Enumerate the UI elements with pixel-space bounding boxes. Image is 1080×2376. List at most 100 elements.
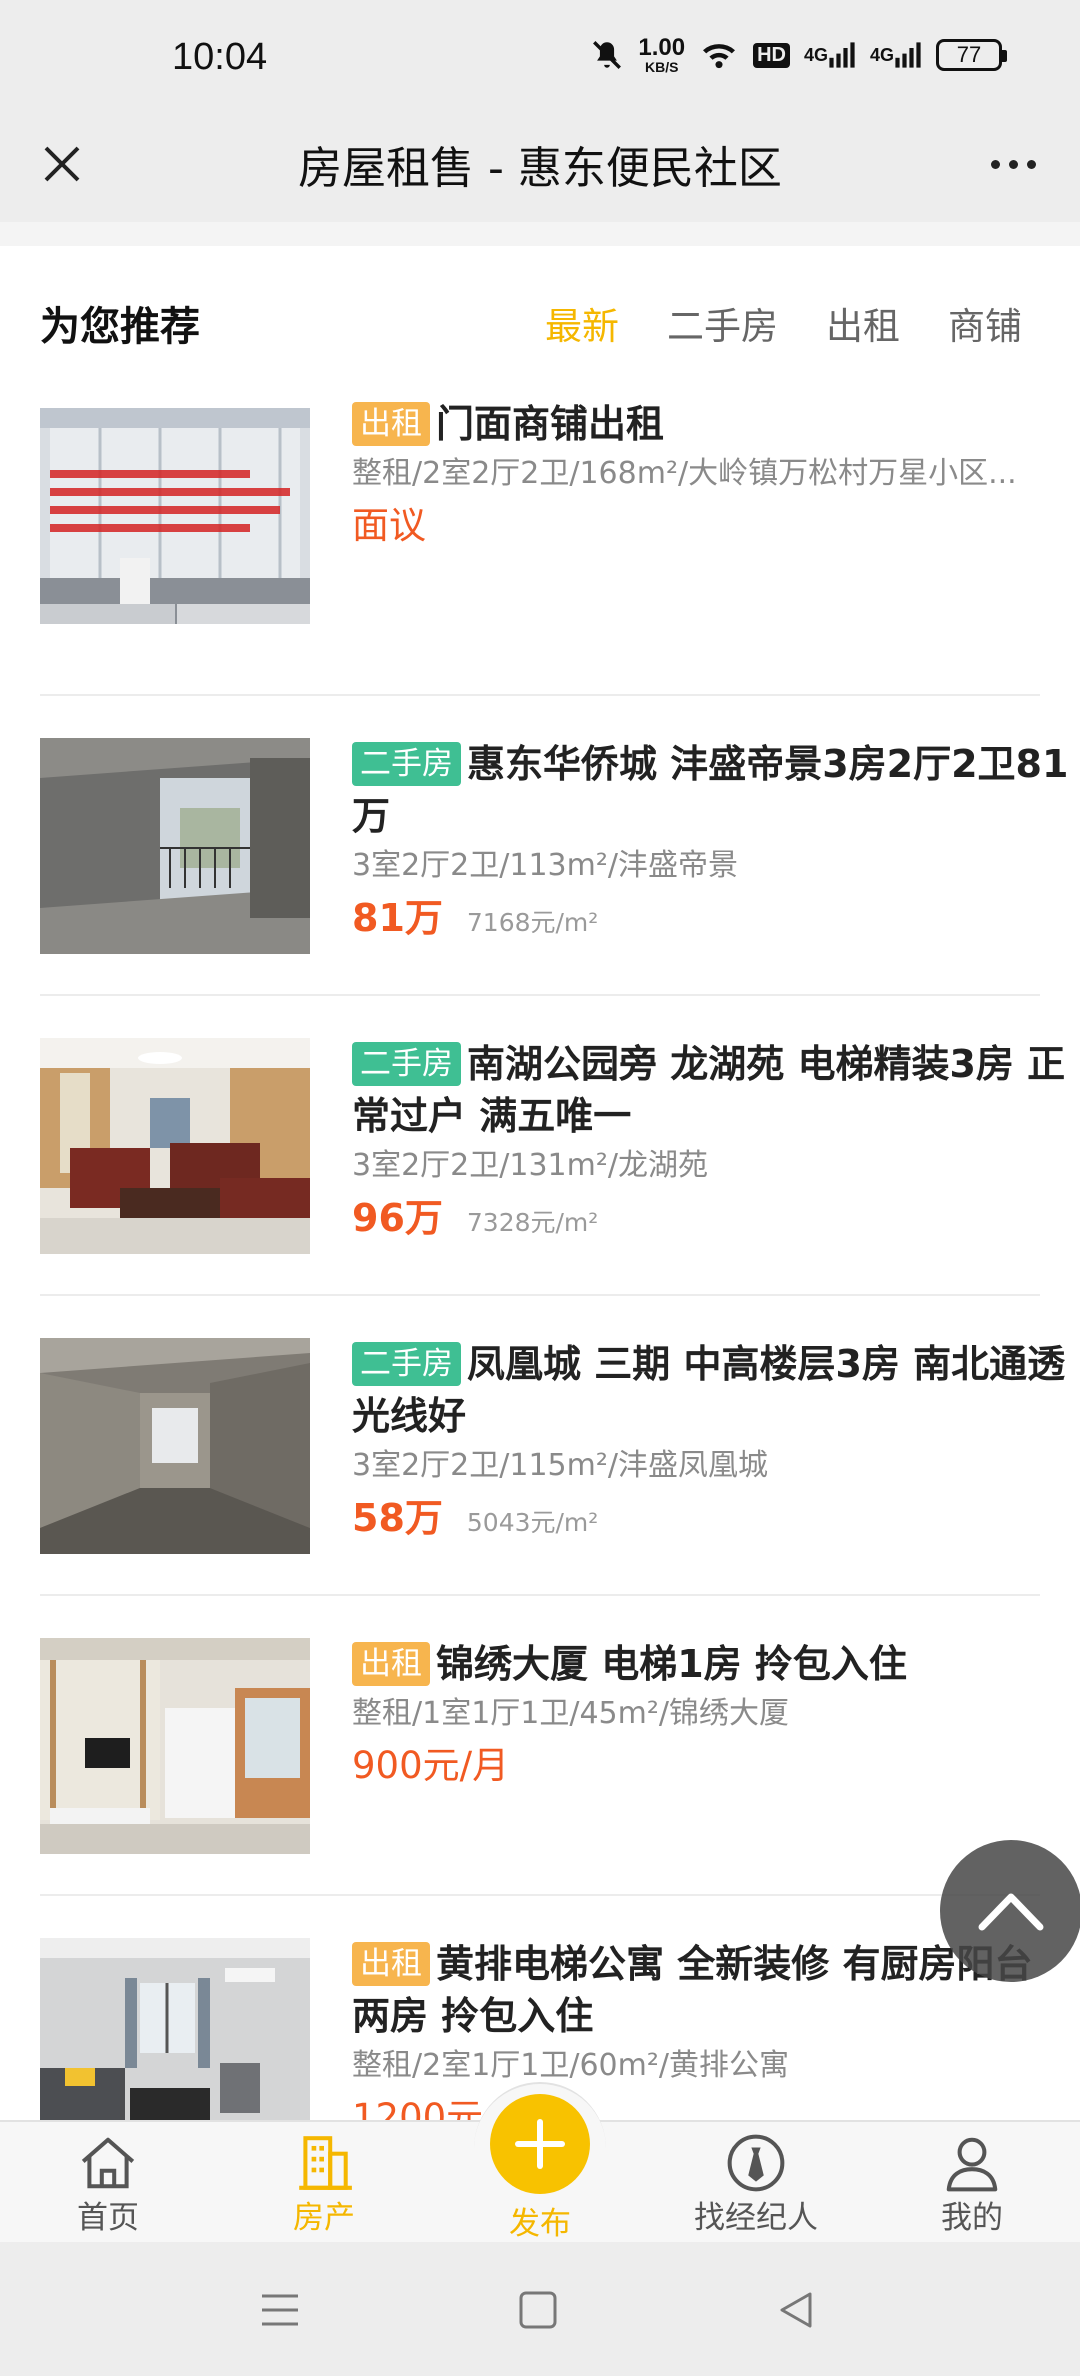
listing-meta: 整租/2室1厅1卫/60m²/黄排公寓 — [352, 2048, 790, 2083]
speed-value: 1.00 — [638, 34, 686, 61]
nav-mine[interactable]: 我的 — [892, 2128, 1052, 2244]
listing-item[interactable]: 二手房 南湖公园旁 龙湖苑 电梯精装3房 正常过户 满五唯一 3室2厅2卫/131… — [40, 996, 1065, 1296]
listing-price: 58万 — [352, 1496, 443, 1540]
signal-icon-2: 4G — [870, 41, 922, 69]
listing-meta: 整租/1室1厅1卫/45m²/锦绣大厦 — [352, 1696, 790, 1731]
listing-tag: 出租 — [352, 1942, 430, 1986]
more-dot-icon — [990, 159, 1000, 169]
tab-rent[interactable]: 出租 — [826, 296, 900, 350]
more-dot-icon — [1008, 159, 1018, 169]
tab-shop[interactable]: 商铺 — [948, 296, 1022, 350]
listing-item[interactable]: 出租 门面商铺出租 整租/2室2厅2卫/168m²/大岭镇万松村万星小区... 面… — [40, 396, 1040, 696]
listing-list: 出租 门面商铺出租 整租/2室2厅2卫/168m²/大岭镇万松村万星小区... 面… — [40, 396, 1068, 2196]
listing-title: 门面商铺出租 — [436, 402, 665, 446]
listing-meta: 整租/2室2厅2卫/168m²/大岭镇万松村万星小区... — [352, 456, 1017, 491]
listing-photo — [40, 738, 310, 954]
user-icon — [946, 2137, 998, 2192]
more-button[interactable] — [978, 134, 1048, 194]
listing-price-line: 58万 5043元/m² — [352, 1490, 1080, 1554]
nav-property-label: 房产 — [293, 2200, 355, 2236]
listing-tag: 出租 — [352, 1642, 430, 1686]
listing-meta: 3室2厅2卫/131m²/龙湖苑 — [352, 1148, 708, 1183]
menu-button[interactable] — [250, 2282, 310, 2338]
listing-title: 黄排电梯公寓 全新装修 有厨房阳台 两房 拎包入住 — [352, 1942, 1033, 2038]
status-time: 10:04 — [172, 36, 268, 78]
network-speed: 1.00 KB/S — [638, 34, 686, 75]
mute-icon — [590, 38, 624, 72]
recommend-header: 为您推荐 最新 二手房 出租 商铺 — [0, 246, 1080, 396]
nav-property[interactable]: 房产 — [244, 2128, 404, 2244]
listing-tag: 出租 — [352, 402, 430, 446]
listing-tag: 二手房 — [352, 1342, 461, 1386]
menu-icon — [262, 2294, 298, 2326]
speed-unit: KB/S — [644, 59, 679, 75]
listing-title: 锦绣大厦 电梯1房 拎包入住 — [436, 1642, 907, 1686]
listing-item[interactable]: 二手房 凤凰城 三期 中高楼层3房 南北通透 光线好 3室2厅2卫/115m²/沣… — [40, 1296, 1065, 1596]
listing-title-line: 二手房 惠东华侨城 沣盛帝景3房2厅2卫81万 — [352, 738, 1080, 842]
publish-button[interactable] — [490, 2094, 590, 2194]
listing-title-line: 出租 锦绣大厦 电梯1房 拎包入住 — [352, 1638, 1080, 1690]
back-to-top-button[interactable] — [940, 1840, 1080, 1982]
tie-icon — [727, 2134, 785, 2192]
listing-unit-price: 7328元/m² — [466, 1208, 599, 1237]
recommend-title: 为您推荐 — [40, 304, 200, 350]
signal-icon: 4G — [804, 41, 856, 69]
tab-latest[interactable]: 最新 — [545, 296, 619, 350]
page-title: 房屋租售 - 惠东便民社区 — [298, 143, 782, 194]
listing-title-line: 二手房 凤凰城 三期 中高楼层3房 南北通透 光线好 — [352, 1338, 1080, 1442]
nav-agent-label: 找经纪人 — [694, 2200, 818, 2236]
listing-price: 面议 — [352, 504, 426, 547]
listing-item[interactable]: 二手房 惠东华侨城 沣盛帝景3房2厅2卫81万 3室2厅2卫/113m²/沣盛帝景… — [40, 696, 1068, 996]
listing-unit-price: 5043元/m² — [466, 1508, 599, 1537]
listing-meta: 3室2厅2卫/115m²/沣盛凤凰城 — [352, 1448, 768, 1483]
listing-price-line: 900元/月 — [352, 1738, 1080, 1801]
listing-tag: 二手房 — [352, 1042, 461, 1086]
listing-title-line: 出租 门面商铺出租 — [352, 398, 1080, 450]
nav-home-label: 首页 — [77, 2200, 139, 2236]
listing-meta: 3室2厅2卫/113m²/沣盛帝景 — [352, 848, 738, 883]
listing-price: 900元/月 — [352, 1744, 510, 1787]
listing-title-line: 二手房 南湖公园旁 龙湖苑 电梯精装3房 正常过户 满五唯一 — [352, 1038, 1080, 1142]
square-icon — [519, 2291, 557, 2329]
publish-label: 发布 — [509, 2206, 571, 2242]
battery-icon: 77 — [936, 39, 1007, 71]
back-button[interactable] — [766, 2282, 826, 2338]
nav-home[interactable]: 首页 — [28, 2128, 188, 2244]
listing-info: 出租 锦绣大厦 电梯1房 拎包入住 整租/1室1厅1卫/45m²/锦绣大厦 900… — [352, 1638, 1080, 1801]
listing-price: 96万 — [352, 1196, 443, 1240]
hd-icon: HD — [753, 42, 790, 68]
home-nav-button[interactable] — [508, 2282, 568, 2338]
divider — [0, 222, 1080, 246]
listing-unit-price: 7168元/m² — [466, 908, 599, 937]
listing-price-line: 面议 — [352, 498, 1080, 561]
signal-label-1: 4G — [803, 44, 828, 65]
listing-info: 二手房 惠东华侨城 沣盛帝景3房2厅2卫81万 3室2厅2卫/113m²/沣盛帝景… — [352, 738, 1080, 954]
plus-icon — [515, 2119, 565, 2169]
chevron-up-icon — [978, 1893, 1044, 1931]
home-icon — [81, 2137, 135, 2189]
listing-photo — [40, 1338, 310, 1554]
listing-info: 二手房 南湖公园旁 龙湖苑 电梯精装3房 正常过户 满五唯一 3室2厅2卫/131… — [352, 1038, 1080, 1254]
signal-label-2: 4G — [869, 44, 894, 65]
listing-photo — [40, 1038, 310, 1254]
wifi-icon — [699, 39, 739, 71]
listing-info: 出租 门面商铺出租 整租/2室2厅2卫/168m²/大岭镇万松村万星小区... 面… — [352, 396, 1080, 561]
listing-price-line: 96万 7328元/m² — [352, 1190, 1080, 1254]
nav-mine-label: 我的 — [941, 2200, 1003, 2236]
filter-tabs: 最新 二手房 出租 商铺 — [545, 296, 1022, 350]
more-dot-icon — [1026, 159, 1036, 169]
listing-price-line: 81万 7168元/m² — [352, 890, 1080, 954]
tab-used-house[interactable]: 二手房 — [667, 296, 778, 350]
listing-tag: 二手房 — [352, 742, 461, 786]
listing-photo — [40, 1638, 310, 1854]
status-icons: 1.00 KB/S HD 4G 4G 77 — [590, 34, 1007, 75]
system-nav-bar — [0, 2242, 1080, 2376]
title-bar: 房屋租售 - 惠东便民社区 — [0, 110, 1080, 222]
back-triangle-icon — [780, 2292, 812, 2328]
listing-photo — [40, 408, 310, 624]
listing-info: 二手房 凤凰城 三期 中高楼层3房 南北通透 光线好 3室2厅2卫/115m²/沣… — [352, 1338, 1080, 1554]
listing-price: 81万 — [352, 896, 443, 940]
listing-item[interactable]: 出租 锦绣大厦 电梯1房 拎包入住 整租/1室1厅1卫/45m²/锦绣大厦 900… — [40, 1596, 1040, 1896]
nav-agent[interactable]: 找经纪人 — [676, 2128, 836, 2244]
building-icon — [299, 2136, 352, 2190]
